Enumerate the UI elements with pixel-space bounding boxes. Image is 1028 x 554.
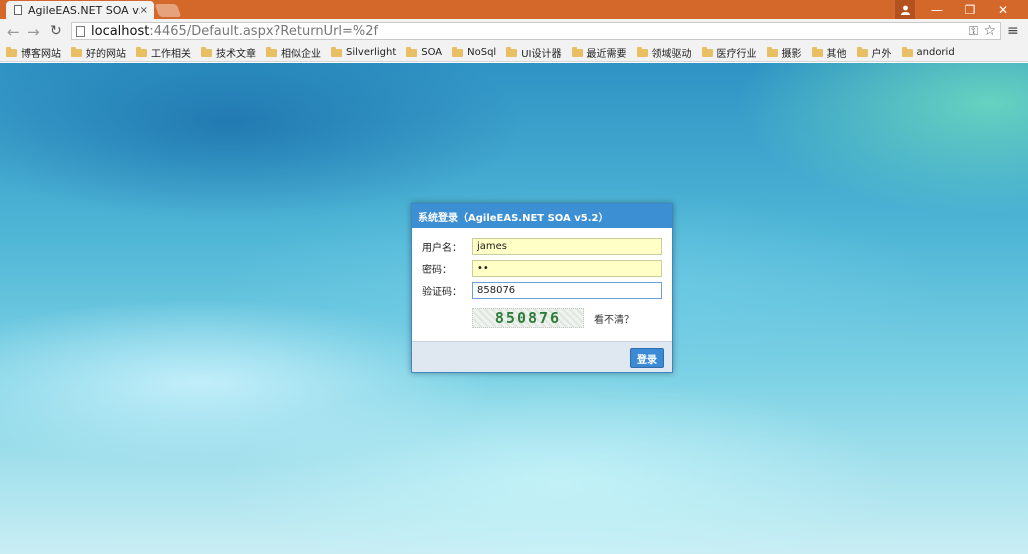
bookmark-folder[interactable]: andorid [901,46,955,58]
bookmark-label: 医疗行业 [716,49,757,60]
refresh-captcha-link[interactable]: 看不清？ [594,311,634,326]
bookmark-folder[interactable]: 相似企业 [266,45,321,60]
folder-icon [71,46,82,57]
password-input[interactable] [472,260,662,277]
bookmark-folder[interactable]: NoSql [452,46,497,58]
folder-icon [266,46,277,57]
folder-icon [201,46,212,57]
maximize-button[interactable]: ❐ [955,0,985,19]
menu-icon[interactable]: ≡ [1007,23,1019,39]
page-background: 系统登录（AgileEAS.NET SOA v5.2） 用户名： 密码： 验证码… [0,63,1028,554]
folder-icon [406,46,418,57]
folder-icon [636,46,648,57]
minimize-button[interactable]: — [922,0,952,19]
address-bar[interactable]: localhost:4465/Default.aspx?ReturnUrl=%2… [71,22,1001,40]
username-input[interactable] [472,238,662,255]
password-row: 密码： [422,260,662,277]
bookmark-label: 博客网站 [21,49,61,60]
browser-tab[interactable]: AgileEAS.NET SOA v5.2 × [6,1,154,19]
reload-icon[interactable]: ↻ [50,23,62,39]
username-label: 用户名： [422,243,462,254]
folder-icon [571,46,583,57]
bookmarks-bar: 博客网站 好的网站 工作相关 技术文章 相似企业 Silverlight SOA NoSql U… [0,44,1028,62]
bookmark-star-icon[interactable]: ☆ [983,23,996,39]
url-path: :4465/Default.aspx?ReturnUrl=%2f [149,23,379,39]
bookmark-folder[interactable]: 其他 [811,45,847,60]
bookmark-label: 户外 [871,49,892,60]
username-row: 用户名： [422,238,662,255]
bookmark-folder[interactable]: SOA [406,46,443,58]
forward-arrow-icon[interactable]: → [27,23,40,41]
bookmark-label: UI设计器 [521,49,562,60]
tab-close-icon[interactable]: × [140,5,148,16]
folder-icon [452,46,464,57]
tab-title: AgileEAS.NET SOA v5.2 [28,3,140,17]
bookmark-folder[interactable]: 好的网站 [71,45,126,60]
bookmark-label: 相似企业 [281,49,321,60]
folder-icon [701,46,713,57]
browser-toolbar: ← → ↻ localhost:4465/Default.aspx?Return… [0,19,1028,44]
bookmark-label: Silverlight [346,47,397,58]
captcha-label: 验证码： [422,287,462,298]
login-button[interactable]: 登录 [630,348,664,368]
close-button[interactable]: ✕ [988,0,1018,19]
page-icon [76,25,85,37]
bookmark-folder[interactable]: Silverlight [331,46,397,58]
title-bar: AgileEAS.NET SOA v5.2 × — ❐ ✕ [0,0,1028,19]
captcha-row: 验证码： [422,282,662,299]
password-label: 密码： [422,265,452,276]
user-icon[interactable] [895,0,915,19]
bookmark-folder[interactable]: 医疗行业 [701,45,757,60]
folder-icon [6,46,17,57]
bookmark-label: 领域驱动 [651,49,692,60]
bookmark-label: andorid [916,47,955,58]
captcha-area: 850876 看不清？ [472,308,634,328]
bookmark-label: NoSql [467,47,497,58]
folder-icon [856,46,868,57]
login-dialog: 系统登录（AgileEAS.NET SOA v5.2） 用户名： 密码： 验证码… [411,203,673,373]
folder-icon [331,46,342,57]
key-icon[interactable]: ⚿ [969,24,978,39]
folder-icon [811,46,823,57]
url-host: localhost [91,23,150,39]
bookmark-folder[interactable]: 技术文章 [201,45,256,60]
dialog-footer: 登录 [412,341,672,372]
bookmark-label: 其他 [826,49,847,60]
bookmark-label: 最近需要 [586,49,627,60]
bookmark-label: SOA [421,47,443,58]
bookmark-label: 技术文章 [216,49,256,60]
folder-icon [901,46,913,57]
folder-icon [506,46,518,57]
new-tab-button[interactable] [154,4,182,17]
bookmark-folder[interactable]: 博客网站 [6,45,61,60]
bookmark-label: 工作相关 [151,49,191,60]
bookmark-label: 好的网站 [86,49,126,60]
page-icon [14,5,22,15]
dialog-title: 系统登录（AgileEAS.NET SOA v5.2） [412,204,672,228]
back-arrow-icon[interactable]: ← [7,23,20,41]
folder-icon [136,46,147,57]
bookmark-folder[interactable]: UI设计器 [506,45,562,60]
captcha-image[interactable]: 850876 [472,308,584,328]
bookmark-folder[interactable]: 最近需要 [571,45,627,60]
bookmark-folder[interactable]: 工作相关 [136,45,191,60]
bookmark-label: 摄影 [781,49,802,60]
captcha-input[interactable] [472,282,662,299]
bookmark-folder[interactable]: 摄影 [766,45,802,60]
folder-icon [766,46,778,57]
url-text: localhost:4465/Default.aspx?ReturnUrl=%2… [91,24,378,39]
bookmark-folder[interactable]: 领域驱动 [636,45,692,60]
bookmark-folder[interactable]: 户外 [856,45,892,60]
